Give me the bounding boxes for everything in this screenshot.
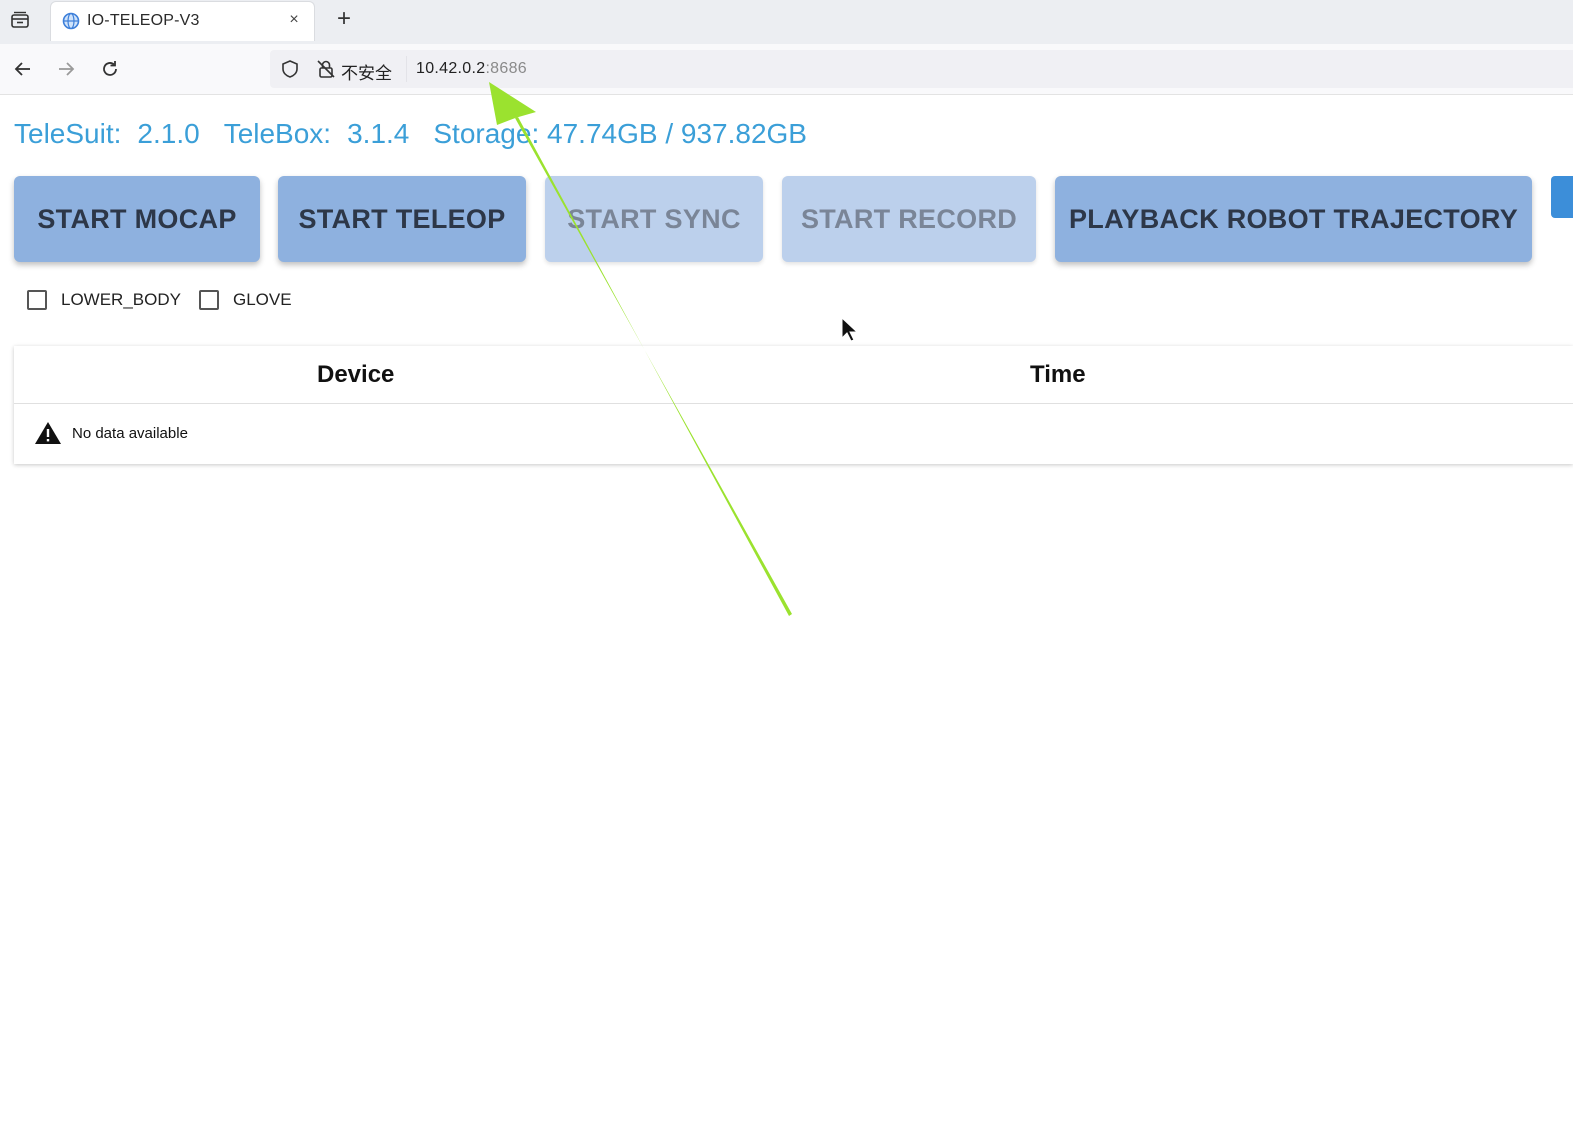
glove-label: GLOVE bbox=[233, 290, 292, 309]
close-icon[interactable]: × bbox=[284, 10, 304, 30]
table-header: Device Time bbox=[14, 346, 1573, 404]
device-table: Device Time No data available bbox=[14, 346, 1573, 464]
navigation-bar: 不安全 10.42.0.2:8686 bbox=[0, 44, 1573, 95]
warning-icon bbox=[35, 422, 61, 444]
reload-icon[interactable] bbox=[96, 55, 124, 83]
url-separator bbox=[406, 56, 407, 82]
glove-checkbox-box[interactable] bbox=[199, 290, 219, 310]
plus-icon[interactable]: + bbox=[330, 6, 358, 34]
tab-title: IO-TELEOP-V3 bbox=[87, 12, 200, 29]
start-teleop-button[interactable]: START TELEOP bbox=[278, 176, 526, 262]
start-sync-button[interactable]: START SYNC bbox=[545, 176, 763, 262]
telebox-version: 3.1.4 bbox=[347, 118, 410, 149]
start-mocap-button[interactable]: START MOCAP bbox=[14, 176, 260, 262]
empty-state: No data available bbox=[34, 421, 188, 445]
back-arrow-icon[interactable] bbox=[9, 55, 37, 83]
address-bar[interactable]: 不安全 10.42.0.2:8686 bbox=[270, 50, 1573, 88]
system-info: TeleSuit: 2.1.0 TeleBox: 3.1.4 Storage: 47.7… bbox=[14, 118, 807, 150]
url-host: 10.42.0.2 bbox=[416, 60, 486, 77]
tab-list-icon[interactable] bbox=[6, 6, 34, 34]
security-label[interactable]: 不安全 bbox=[341, 59, 392, 84]
forward-arrow-icon[interactable] bbox=[52, 55, 80, 83]
playback-robot-trajectory-button[interactable]: PLAYBACK ROBOT TRAJECTORY bbox=[1055, 176, 1532, 262]
offscreen-button-edge[interactable] bbox=[1551, 176, 1573, 218]
lower-body-checkbox-box[interactable] bbox=[27, 290, 47, 310]
mouse-cursor-icon bbox=[841, 316, 859, 342]
insecure-lock-icon[interactable] bbox=[316, 59, 336, 79]
storage-value: 47.74GB / 937.82GB bbox=[547, 118, 807, 149]
telesuit-version: 2.1.0 bbox=[137, 118, 200, 149]
globe-favicon-icon bbox=[62, 12, 80, 30]
lower-body-checkbox[interactable]: LOWER_BODY bbox=[27, 290, 181, 310]
no-data-text: No data available bbox=[72, 424, 188, 442]
annotation-overlay bbox=[489, 82, 859, 616]
tab-strip: IO-TELEOP-V3 × + bbox=[0, 0, 1573, 45]
storage-label: Storage: bbox=[433, 118, 540, 149]
start-record-button[interactable]: START RECORD bbox=[782, 176, 1036, 262]
browser-tab[interactable]: IO-TELEOP-V3 × bbox=[50, 1, 315, 41]
telesuit-label: TeleSuit: bbox=[14, 118, 122, 149]
column-header-time[interactable]: Time bbox=[1030, 361, 1086, 389]
url-text[interactable]: 10.42.0.2:8686 bbox=[416, 60, 527, 78]
lower-body-label: LOWER_BODY bbox=[61, 290, 181, 309]
url-port: :8686 bbox=[485, 60, 527, 77]
telebox-label: TeleBox: bbox=[223, 118, 332, 149]
column-header-device[interactable]: Device bbox=[317, 361, 394, 389]
shield-icon[interactable] bbox=[280, 59, 300, 79]
glove-checkbox[interactable]: GLOVE bbox=[199, 290, 292, 310]
